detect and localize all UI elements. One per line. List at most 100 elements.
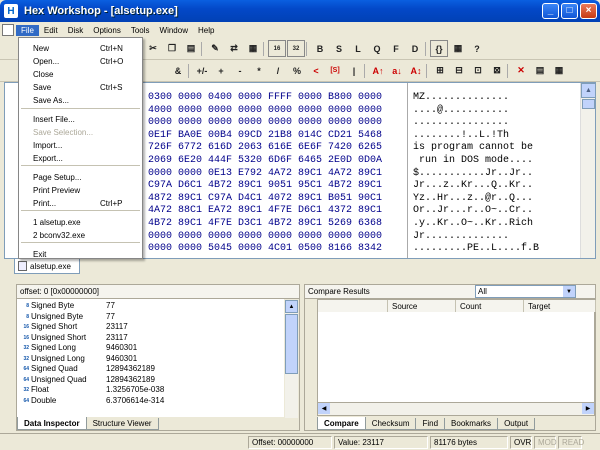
- hex-row[interactable]: 4872 89C1 C97A D4C1 4072 89C1 B051 90C1: [148, 192, 382, 205]
- type-byte-button[interactable]: B: [311, 40, 329, 57]
- hex-row[interactable]: 0000 0000 5045 0000 4C01 0500 8166 8342: [148, 242, 382, 255]
- ascii-row[interactable]: ....@...........: [413, 104, 509, 117]
- inspector-row[interactable]: 32 Float 1.3256705e-038: [17, 385, 284, 396]
- scroll-left-icon[interactable]: ◀: [318, 403, 330, 414]
- goto-icon[interactable]: ▦: [244, 40, 262, 57]
- hex-row[interactable]: 2069 6E20 444F 5320 6D6F 6465 2E0D 0D0A: [148, 154, 382, 167]
- menu-item-save[interactable]: Save Ctrl+S: [19, 81, 142, 93]
- menu-item-import[interactable]: Import...: [19, 139, 142, 151]
- ascii-row[interactable]: Jr..............: [413, 230, 509, 243]
- document-icon[interactable]: [2, 24, 14, 36]
- hex32-icon[interactable]: 32: [287, 40, 305, 57]
- inspector-row[interactable]: 64 Unsigned Quad 12894362189: [17, 375, 284, 386]
- menu-item-save-as[interactable]: Save As...: [19, 94, 142, 106]
- grid-icon[interactable]: ▦: [449, 40, 467, 57]
- tab-checksum[interactable]: Checksum: [364, 418, 417, 430]
- chevron-down-icon[interactable]: ▼: [563, 286, 575, 297]
- compare-icon[interactable]: ⊞: [431, 62, 449, 79]
- menu-item-print-preview[interactable]: Print Preview: [19, 184, 142, 196]
- ascii-row[interactable]: ................: [413, 116, 509, 129]
- hex-row[interactable]: 0E1F BA0E 00B4 09CD 21B8 014C CD21 5468: [148, 129, 382, 142]
- inspector-value[interactable]: 9460301: [106, 354, 137, 364]
- inspector-row[interactable]: 16 Unsigned Short 23117: [17, 333, 284, 344]
- scroll-up-icon[interactable]: ▲: [581, 83, 596, 98]
- inspector-row[interactable]: 32 Signed Long 9460301: [17, 343, 284, 354]
- shift-left-button[interactable]: <: [307, 62, 325, 79]
- ascii-row[interactable]: $...........Jr..Jr..: [413, 167, 533, 180]
- menu-item-exit[interactable]: Exit: [19, 248, 142, 260]
- ascii-row[interactable]: run in DOS mode....: [413, 154, 533, 167]
- calculator-icon[interactable]: ▦: [550, 62, 568, 79]
- case-lower-icon[interactable]: a↓: [388, 62, 406, 79]
- type-quad-button[interactable]: Q: [368, 40, 386, 57]
- ascii-row[interactable]: .y..Kr..O~..Kr..Rich: [413, 217, 533, 230]
- column-blank[interactable]: [318, 300, 388, 312]
- type-double-button[interactable]: D: [406, 40, 424, 57]
- menu-options[interactable]: Options: [88, 25, 126, 36]
- modulo-button[interactable]: %: [288, 62, 306, 79]
- menu-disk[interactable]: Disk: [63, 25, 89, 36]
- and-button[interactable]: &: [169, 62, 187, 79]
- close-button[interactable]: ×: [580, 3, 597, 19]
- ascii-row[interactable]: .........PE..L....f.B: [413, 242, 539, 255]
- bracket-icon[interactable]: {}: [430, 40, 448, 57]
- inspector-value[interactable]: 23117: [106, 322, 128, 332]
- type-short-button[interactable]: S: [330, 40, 348, 57]
- menu-item-new[interactable]: New Ctrl+N: [19, 42, 142, 54]
- app-icon[interactable]: H: [4, 4, 18, 18]
- tab-data-inspector[interactable]: Data Inspector: [17, 417, 87, 430]
- ascii-row[interactable]: Jr...z..Kr...Q..Kr..: [413, 179, 533, 192]
- cut-icon[interactable]: ✂: [144, 40, 162, 57]
- type-long-button[interactable]: L: [349, 40, 367, 57]
- copy-icon[interactable]: ❐: [163, 40, 181, 57]
- inspector-row[interactable]: 16 Signed Short 23117: [17, 322, 284, 333]
- menu-help[interactable]: Help: [193, 25, 219, 36]
- hex-row[interactable]: 0300 0000 0400 0000 FFFF 0000 B800 0000: [148, 91, 382, 104]
- inspector-scrollbar[interactable]: ▲: [285, 300, 298, 418]
- subtract-button[interactable]: -: [231, 62, 249, 79]
- tab-compare[interactable]: Compare: [317, 417, 366, 430]
- negate-button[interactable]: +/-: [193, 62, 211, 79]
- inspector-value[interactable]: 1.3256705e-038: [106, 385, 164, 395]
- menu-item-page-setup[interactable]: Page Setup...: [19, 171, 142, 183]
- ascii-row[interactable]: Or..Jr...r..O~..Cr..: [413, 204, 533, 217]
- inspector-row[interactable]: 64 Signed Quad 12894362189: [17, 364, 284, 375]
- inspector-value[interactable]: 77: [106, 312, 115, 322]
- case-toggle-icon[interactable]: A↕: [407, 62, 425, 79]
- divide-button[interactable]: /: [269, 62, 287, 79]
- menu-item-close[interactable]: Close: [19, 68, 142, 80]
- ascii-row[interactable]: MZ..............: [413, 91, 509, 104]
- inspector-value[interactable]: 12894362189: [106, 364, 155, 374]
- hex-row[interactable]: 4B72 89C1 4F7E D3C1 4B72 89C1 5269 6368: [148, 217, 382, 230]
- ascii-row[interactable]: is program cannot be: [413, 141, 533, 154]
- properties-icon[interactable]: ▤: [531, 62, 549, 79]
- column-target[interactable]: Target: [524, 300, 596, 312]
- hex-row[interactable]: 4000 0000 0000 0000 0000 0000 0000 0000: [148, 104, 382, 117]
- inspector-value[interactable]: 77: [106, 301, 115, 311]
- menu-item-print[interactable]: Print... Ctrl+P: [19, 197, 142, 209]
- help-icon[interactable]: ?: [468, 40, 486, 57]
- tab-output[interactable]: Output: [497, 418, 536, 430]
- hex-row[interactable]: 0000 0000 0E13 E792 4A72 89C1 4A72 89C1: [148, 167, 382, 180]
- menu-window[interactable]: Window: [155, 25, 193, 36]
- menu-item-2-bconv32-exe[interactable]: 2 bconv32.exe: [19, 229, 142, 241]
- hex-row[interactable]: 4A72 88C1 EA72 89C1 4F7E D6C1 4372 89C1: [148, 204, 382, 217]
- inspector-row[interactable]: 8 Signed Byte 77: [17, 301, 284, 312]
- tools-icon[interactable]: ✕: [512, 62, 530, 79]
- ascii-row[interactable]: Yz..Hr...z..@r..Q...: [413, 192, 533, 205]
- bookmark-icon[interactable]: ⊠: [488, 62, 506, 79]
- tab-structure-viewer[interactable]: Structure Viewer: [85, 418, 159, 430]
- column-count[interactable]: Count: [456, 300, 524, 312]
- document-tab[interactable]: alsetup.exe: [14, 259, 80, 274]
- tab-bookmarks[interactable]: Bookmarks: [444, 418, 499, 430]
- tab-find[interactable]: Find: [415, 418, 446, 430]
- add-button[interactable]: +: [212, 62, 230, 79]
- hex-row[interactable]: 0000 0000 0000 0000 0000 0000 0000 0000: [148, 116, 382, 129]
- multiply-button[interactable]: *: [250, 62, 268, 79]
- minimize-button[interactable]: _: [542, 3, 559, 19]
- maximize-button[interactable]: □: [561, 3, 578, 19]
- inspector-row[interactable]: 8 Unsigned Byte 77: [17, 312, 284, 323]
- scroll-thumb[interactable]: [285, 314, 298, 374]
- hex-row[interactable]: 0000 0000 0000 0000 0000 0000 0000 0000: [148, 230, 382, 243]
- type-float-button[interactable]: F: [387, 40, 405, 57]
